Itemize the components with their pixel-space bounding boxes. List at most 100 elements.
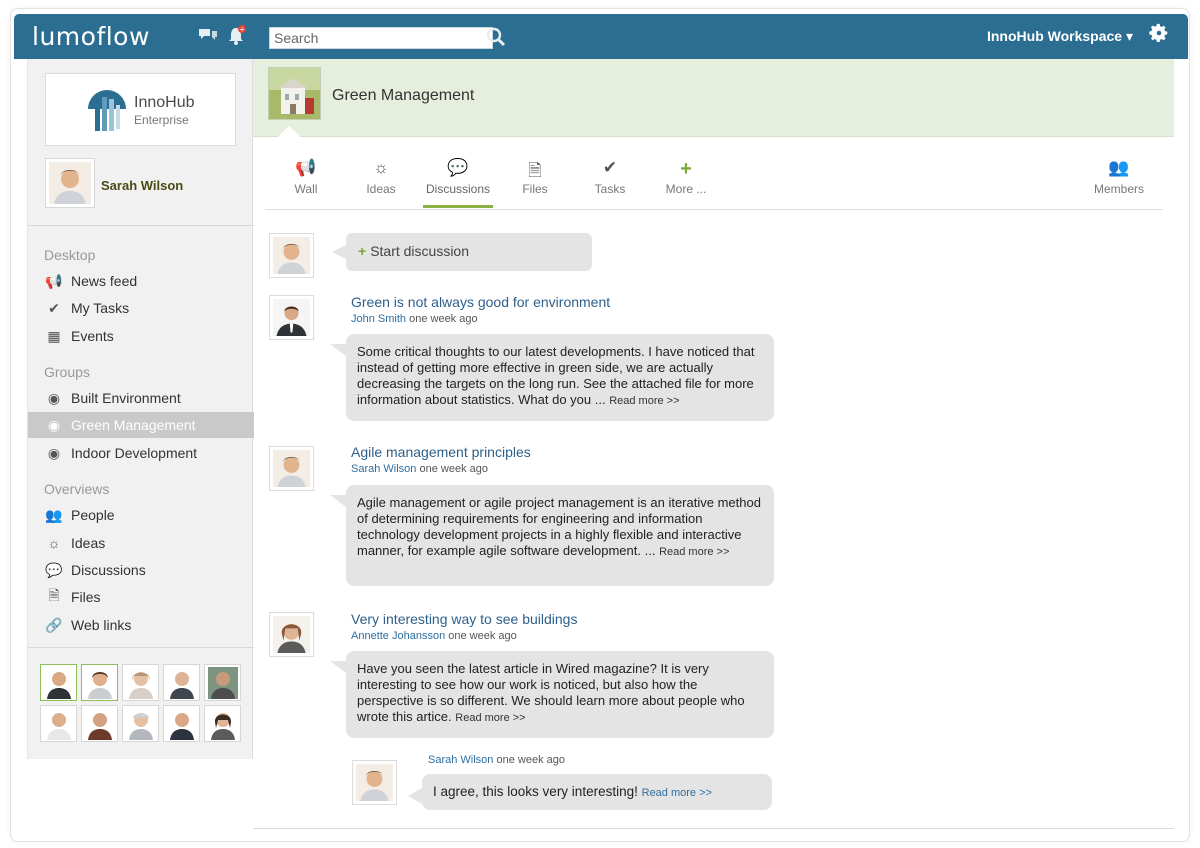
link-icon: 🔗 — [45, 616, 63, 633]
avatar[interactable] — [45, 158, 95, 208]
tab-members[interactable]: 👥 Members — [1084, 158, 1154, 196]
divider — [28, 647, 254, 648]
file-icon: 🗎 — [528, 161, 542, 180]
tab-discussions[interactable]: 💬 Discussions — [423, 158, 493, 196]
read-more-link[interactable]: Read more >> — [609, 395, 679, 407]
reply-body: I agree, this looks very interesting! Re… — [408, 774, 772, 810]
post-title[interactable]: Green is not always good for environment — [351, 294, 610, 310]
group-icon: ◉ — [47, 444, 61, 461]
chat-icon[interactable] — [198, 27, 218, 50]
reply-meta: Sarah Wilson one week ago — [428, 754, 565, 766]
divider — [28, 225, 254, 226]
member-avatar[interactable] — [122, 705, 159, 742]
people-icon: 👥 — [1108, 158, 1130, 177]
read-more-link[interactable]: Read more >> — [455, 712, 525, 724]
member-avatar[interactable] — [40, 705, 77, 742]
sidebar-item-label: Events — [71, 328, 114, 344]
post-time: one week ago — [448, 630, 517, 642]
post-author[interactable]: Sarah Wilson — [351, 463, 416, 475]
start-discussion-button[interactable]: + Start discussion — [332, 233, 592, 271]
tab-files[interactable]: 🗎 Files — [500, 158, 570, 196]
group-tabs: 📢 Wall ☼ Ideas 💬 Discussions 🗎 Files ✔ T… — [265, 150, 1163, 210]
tab-wall[interactable]: 📢 Wall — [271, 158, 341, 196]
sidebar-item-label: Ideas — [71, 535, 106, 551]
member-avatar[interactable] — [40, 664, 77, 701]
sidebar-item-label: Indoor Development — [71, 445, 198, 461]
member-avatar[interactable] — [204, 705, 241, 742]
member-avatar[interactable] — [163, 705, 200, 742]
workspace-menu[interactable]: InnoHub Workspace ▾ — [987, 28, 1133, 45]
active-tab-indicator — [423, 205, 493, 208]
user-name[interactable]: Sarah Wilson — [101, 178, 183, 193]
section-title-overviews: Overviews — [44, 481, 110, 497]
sidebar-item-my-tasks[interactable]: ✔ My Tasks — [28, 295, 254, 321]
sidebar-item-label: People — [71, 507, 115, 523]
sidebar-item-discussions[interactable]: 💬 Discussions — [28, 557, 254, 583]
read-more-link[interactable]: Read more >> — [659, 546, 729, 558]
sidebar-item-events[interactable]: ▦ Events — [28, 323, 254, 349]
avatar[interactable] — [269, 446, 314, 491]
sidebar-item-label: Green Management — [71, 417, 196, 433]
svg-text:+: + — [239, 26, 245, 34]
section-title-groups: Groups — [44, 364, 90, 380]
search-icon[interactable] — [486, 27, 506, 52]
post-author[interactable]: Annette Johansson — [351, 630, 445, 642]
check-circle-icon: ✔ — [48, 299, 60, 316]
member-avatar[interactable] — [163, 664, 200, 701]
sidebar-item-files[interactable]: 🗎 Files — [28, 584, 254, 610]
post-title[interactable]: Agile management principles — [351, 444, 531, 460]
sidebar-item-news-feed[interactable]: 📢 News feed — [28, 268, 254, 294]
member-avatar[interactable] — [81, 664, 118, 701]
post-body: Agile management or agile project manage… — [330, 485, 774, 586]
sidebar-item-label: Discussions — [71, 562, 146, 578]
search-input[interactable] — [269, 27, 493, 49]
sidebar-item-indoor-development[interactable]: ◉ Indoor Development — [28, 440, 254, 466]
lightbulb-icon: ☼ — [373, 158, 389, 177]
gear-icon[interactable] — [1148, 22, 1170, 50]
post-body: Have you seen the latest article in Wire… — [330, 651, 774, 738]
sidebar-item-label: Web links — [71, 617, 132, 633]
sidebar: InnoHub Enterprise Sarah Wilson Desktop … — [27, 59, 254, 759]
brand-box[interactable]: InnoHub Enterprise — [45, 73, 236, 146]
section-title-desktop: Desktop — [44, 247, 96, 263]
avatar[interactable] — [269, 612, 314, 657]
post-author[interactable]: Sarah Wilson — [428, 754, 493, 766]
avatar[interactable] — [269, 233, 314, 278]
speech-bubbles-icon: 💬 — [447, 158, 469, 177]
lightbulb-icon: ☼ — [47, 535, 61, 551]
sidebar-item-people[interactable]: 👥 People — [28, 502, 254, 528]
group-icon: ◉ — [47, 389, 61, 406]
people-icon: 👥 — [45, 506, 63, 523]
read-more-link[interactable]: Read more >> — [642, 787, 712, 799]
group-icon: ◉ — [47, 416, 61, 433]
member-avatar[interactable] — [122, 664, 159, 701]
post-title[interactable]: Very interesting way to see buildings — [351, 611, 577, 627]
post-body: Some critical thoughts to our latest dev… — [330, 334, 774, 421]
member-avatars-grid — [40, 664, 245, 742]
post-author[interactable]: John Smith — [351, 313, 406, 325]
bell-icon[interactable]: + — [227, 25, 247, 52]
sidebar-item-web-links[interactable]: 🔗 Web links — [28, 612, 254, 638]
group-thumbnail[interactable] — [268, 67, 321, 120]
sidebar-item-green-management[interactable]: ◉ Green Management — [28, 412, 254, 438]
sidebar-item-label: My Tasks — [71, 300, 130, 316]
post-time: one week ago — [409, 313, 478, 325]
sidebar-item-label: Files — [71, 589, 101, 605]
tab-more[interactable]: + More ... — [651, 158, 721, 196]
check-circle-icon: ✔ — [602, 158, 618, 177]
post-meta: Annette Johansson one week ago — [351, 630, 517, 642]
sidebar-item-built-environment[interactable]: ◉ Built Environment — [28, 385, 254, 411]
member-avatar[interactable] — [81, 705, 118, 742]
tab-tasks[interactable]: ✔ Tasks — [575, 158, 645, 196]
sidebar-item-ideas[interactable]: ☼ Ideas — [28, 530, 254, 556]
tab-ideas[interactable]: ☼ Ideas — [346, 158, 416, 196]
innohub-logo-icon — [88, 90, 126, 131]
post-time: one week ago — [419, 463, 488, 475]
avatar[interactable] — [352, 760, 397, 805]
file-icon: 🗎 — [48, 587, 60, 603]
calendar-icon: ▦ — [47, 327, 61, 344]
member-avatar[interactable] — [204, 664, 241, 701]
page-title: Green Management — [332, 87, 475, 104]
avatar[interactable] — [269, 295, 314, 340]
app-logo[interactable]: lumoflow — [32, 22, 150, 51]
